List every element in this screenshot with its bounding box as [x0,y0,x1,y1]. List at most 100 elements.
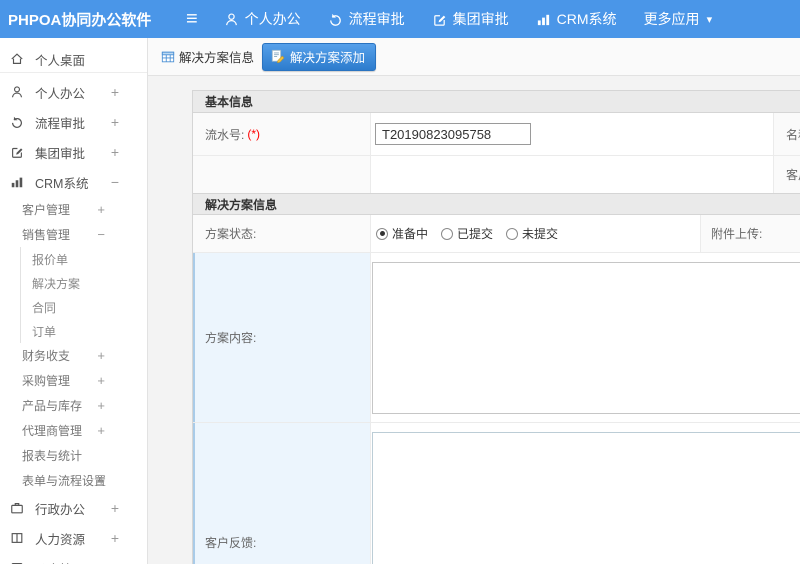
feedback-field [371,423,800,564]
tab-label: 解决方案添加 [290,50,366,65]
expand-toggle[interactable]: + [97,473,105,488]
undo-icon [328,12,343,27]
topbar: PHPOA协同办公软件 ≡ 个人办公 流程审批 集团审批 CRM系统 更多应用 … [0,0,800,38]
sidebar-item[interactable]: 行政办公 + [0,493,147,523]
section-solution-info: 解决方案信息 [193,193,800,215]
tab-solution-add[interactable]: 解决方案添加 [262,42,377,71]
sidebar-item[interactable]: 销售管理 − [0,222,147,247]
expand-toggle[interactable]: + [97,373,105,388]
radio-icon [376,227,388,240]
expand-toggle[interactable]: + [111,560,119,564]
person-icon [224,12,239,27]
sidebar-item-label: 解决方案 [32,276,81,291]
serial-input[interactable] [375,123,531,145]
main-content: 解决方案信息 解决方案添加 基本信息 流水号: (*) 名称 客户 解决方案信息… [148,38,800,564]
sidebar-item-label: CRM系统 [35,176,89,191]
home-icon [10,52,26,66]
content-row: 方案内容: [193,252,800,422]
serial-row: 流水号: (*) 名称 [193,113,800,155]
radio-label: 未提交 [522,227,559,241]
sidebar-item-label: 行政办公 [35,502,86,517]
nav-item-label: 个人办公 [244,11,301,27]
sidebar-item-label: 财务收支 [22,349,71,363]
status-row: 方案状态: 准备中 已提交 未提交 附件上传: [193,215,800,252]
topbar-nav-item[interactable]: 流程审批 [328,9,405,29]
expand-toggle[interactable]: + [111,500,119,516]
feedback-label: 客户反馈: [193,423,371,564]
empty-cell [371,156,774,193]
empty-cell [193,156,371,193]
sidebar-item[interactable]: 集团审批 + [0,137,147,167]
sidebar-item[interactable]: 合同 [0,295,147,319]
sidebar-item-label: 流程审批 [35,116,86,131]
radio-label: 准备中 [392,227,429,241]
sidebar-item[interactable]: 财务收支 + [0,343,147,368]
expand-toggle[interactable]: + [111,84,119,100]
sidebar-item[interactable]: 个人办公 + [0,77,147,107]
sidebar-item[interactable]: 人力资源 + [0,523,147,553]
sidebar-item[interactable]: 代理商管理 + [0,418,147,443]
expand-toggle[interactable]: + [111,114,119,130]
sidebar-item[interactable]: 个人桌面 [0,46,147,73]
name-label: 名称 [774,113,800,155]
radio-icon [441,227,454,240]
content-textarea[interactable] [372,262,800,414]
tab-label: 解决方案信息 [179,51,255,65]
expand-toggle[interactable]: + [97,348,105,363]
required-mark: (*) [247,127,261,141]
sidebar-item-label: 合同 [32,300,57,315]
sidebar-item[interactable]: 报表与统计 [0,443,147,468]
feedback-textarea[interactable] [372,432,800,564]
status-label: 方案状态: [193,215,371,252]
menu-icon[interactable]: ≡ [186,9,198,29]
sidebar-item-label: 集团审批 [35,146,86,161]
expand-toggle[interactable]: + [97,202,105,217]
sidebar-item[interactable]: 报价单 [0,247,147,271]
topbar-nav-item[interactable]: 集团审批 [432,9,509,29]
sidebar-item[interactable]: 解决方案 [0,271,147,295]
nav-item-label: 集团审批 [452,11,509,27]
topbar-nav: 个人办公 流程审批 集团审批 CRM系统 更多应用 ▾ [224,9,739,29]
section-basic-info: 基本信息 [193,91,800,113]
sidebar-item[interactable]: 流程审批 + [0,107,147,137]
sidebar-item[interactable]: 公文管理 + [0,553,147,564]
sidebar-item-label: 报价单 [32,252,69,267]
expand-toggle[interactable]: − [97,227,105,242]
sidebar-item-label: 表单与流程设置 [22,474,107,488]
expand-toggle[interactable]: − [111,174,119,190]
expand-toggle[interactable]: + [97,423,105,438]
topbar-nav-item[interactable]: CRM系统 [536,9,617,29]
expand-toggle[interactable]: + [111,144,119,160]
form-add-icon [271,49,285,63]
topbar-nav-item[interactable]: 个人办公 [224,9,301,29]
sidebar-item[interactable]: 表单与流程设置 + [0,468,147,493]
sidebar-item[interactable]: CRM系统 − [0,167,147,197]
sidebar-item[interactable]: 采购管理 + [0,368,147,393]
edit-icon [10,145,26,159]
edit-icon [432,12,447,27]
sidebar-item-label: 产品与库存 [22,399,83,413]
tab-solution-info[interactable]: 解决方案信息 [161,47,254,66]
sidebar-item-label: 采购管理 [22,374,71,388]
sidebar-item-label: 公文管理 [35,559,85,564]
tab-bar: 解决方案信息 解决方案添加 [148,38,800,76]
status-radio-option[interactable]: 准备中 [376,225,428,242]
sidebar-item-label: 个人办公 [35,86,86,101]
sidebar-item-label: 订单 [32,324,57,339]
status-radio-option[interactable]: 未提交 [506,225,558,242]
expand-toggle[interactable]: + [97,398,105,413]
undo-icon [10,115,26,129]
solution-form: 基本信息 流水号: (*) 名称 客户 解决方案信息 方案状态: 准 [192,90,800,564]
caret-down-icon: ▾ [706,13,713,26]
sidebar-item[interactable]: 订单 [0,319,147,343]
status-radio-option[interactable]: 已提交 [441,225,493,242]
sidebar-item[interactable]: 客户管理 + [0,197,147,222]
nav-item-label: 更多应用 [643,11,700,27]
topbar-nav-item[interactable]: 更多应用 ▾ [644,9,713,29]
radio-icon [506,227,519,240]
sidebar-item[interactable]: 产品与库存 + [0,393,147,418]
sidebar-item-label: 销售管理 [22,228,71,242]
chart-icon [10,175,26,189]
expand-toggle[interactable]: + [111,530,119,546]
content-field [371,253,800,422]
